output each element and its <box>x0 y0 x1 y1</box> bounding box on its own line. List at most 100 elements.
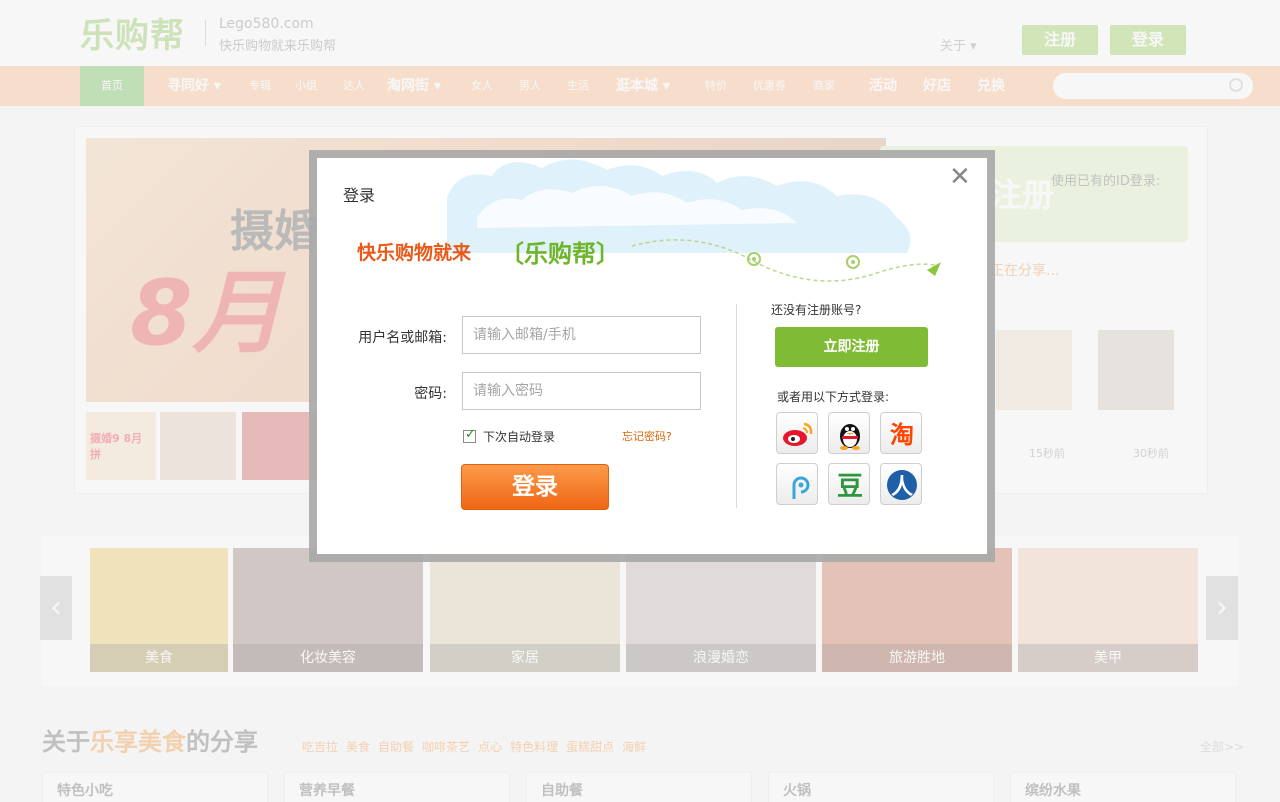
dialog-slogan: 快乐购物就来 <box>357 242 472 264</box>
nav-item-special-price[interactable]: 特价 <box>705 66 727 106</box>
category-tile[interactable]: 旅游胜地 <box>822 548 1012 672</box>
tag-link[interactable]: 吃吉拉 <box>302 740 338 754</box>
remember-me-checkbox[interactable]: ✓ <box>463 427 476 443</box>
view-all-link[interactable]: 全部>> <box>1200 738 1244 755</box>
nav-item-good-shops[interactable]: 好店 <box>923 66 951 106</box>
taobao-glyph-text: 淘 <box>890 421 914 449</box>
shared-item-image[interactable] <box>996 330 1072 410</box>
category-label: 化妆美容 <box>233 644 423 672</box>
forgot-password-link[interactable]: 忘记密码? <box>622 428 672 444</box>
nav-item-exchange[interactable]: 兑换 <box>977 66 1005 106</box>
taobao-glyph: 淘 <box>890 421 914 449</box>
nav-item-find-peers[interactable]: 寻同好 ▾ <box>167 66 221 106</box>
username-label: 用户名或邮箱: <box>358 330 447 346</box>
about-label: 关于 <box>940 39 967 54</box>
nav-item-coupons[interactable]: 优惠券 <box>753 66 786 106</box>
renren-glyph: 人 <box>887 470 917 500</box>
category-tile[interactable]: 家居 <box>430 548 620 672</box>
nav-item-groups[interactable]: 小组 <box>295 66 317 106</box>
nav-label: 淘网街 <box>387 78 429 94</box>
renren-icon[interactable]: 人 <box>880 463 922 505</box>
category-label: 浪漫婚恋 <box>626 644 816 672</box>
nav-item-women[interactable]: 女人 <box>471 66 493 106</box>
tag-link[interactable]: 海鲜 <box>622 740 646 754</box>
taobao-icon[interactable]: 淘 <box>880 412 922 454</box>
nav-item-experts[interactable]: 达人 <box>343 66 365 106</box>
shared-time: 15秒前 <box>1029 447 1065 460</box>
banner-headline: 8月 <box>130 261 283 366</box>
category-tile[interactable]: 美食 <box>90 548 228 672</box>
login-dialog: 登录 ✕ 快乐购物就来 〔乐购帮〕 用户名或邮箱: 密码: ✓ 下次自动登录 忘… <box>317 158 987 554</box>
site-domain: Lego580.com <box>219 16 314 32</box>
nav-item-city[interactable]: 逛本城 ▾ <box>616 66 670 106</box>
category-tile[interactable]: 浪漫婚恋 <box>626 548 816 672</box>
carousel-prev-button[interactable]: ‹ <box>40 576 72 640</box>
category-tile[interactable]: 美甲 <box>1018 548 1198 672</box>
register-now-button[interactable]: 立即注册 <box>775 327 928 367</box>
tencent-weibo-icon[interactable] <box>776 463 818 505</box>
tag-link[interactable]: 咖啡茶艺 <box>422 740 470 754</box>
dialog-title: 登录 <box>343 186 376 205</box>
remember-me-label[interactable]: 下次自动登录 <box>483 428 555 445</box>
nav-item-albums[interactable]: 专辑 <box>249 66 271 106</box>
nav-item-men[interactable]: 男人 <box>519 66 541 106</box>
nav-label: 逛本城 <box>616 78 658 94</box>
banner-thumb[interactable] <box>242 412 318 480</box>
site-logo[interactable]: 乐购帮 <box>80 8 185 57</box>
nav-item-home[interactable]: 首页 <box>80 66 144 106</box>
login-button[interactable]: 登录 <box>461 464 609 510</box>
qq-penguin-glyph <box>840 424 860 450</box>
site-slogan: 快乐购物就来乐购帮 <box>219 39 337 54</box>
nav-item-shopping-street[interactable]: 淘网街 ▾ <box>387 66 441 106</box>
cloud-decoration <box>447 159 941 282</box>
category-tile[interactable]: 化妆美容 <box>233 548 423 672</box>
about-menu[interactable]: 关于 ▾ <box>940 35 977 54</box>
category-label: 旅游胜地 <box>822 644 1012 672</box>
header-register-button[interactable]: 注册 <box>1022 25 1098 55</box>
search-input[interactable] <box>1053 73 1253 99</box>
tag-link[interactable]: 点心 <box>478 740 502 754</box>
other-login-text: 或者用以下方式登录: <box>777 390 890 404</box>
banner-thumb[interactable] <box>160 412 236 480</box>
douban-icon[interactable]: 豆 <box>828 463 870 505</box>
subcategory-card[interactable]: 特色小吃 <box>42 772 268 802</box>
username-input[interactable] <box>462 316 701 354</box>
divider <box>736 304 737 508</box>
douban-glyph-text: 豆 <box>837 472 863 502</box>
renren-glyph-text: 人 <box>891 475 913 500</box>
side-login-hint: 使用已有的ID登录: <box>1051 174 1161 189</box>
nav-item-events[interactable]: 活动 <box>869 66 897 106</box>
subcategory-card[interactable]: 营养早餐 <box>284 772 510 802</box>
nav-item-merchants[interactable]: 商家 <box>813 66 835 106</box>
section-title: 关于乐享美食的分享 <box>42 722 258 757</box>
side-register-link[interactable]: 注册 <box>990 170 1054 216</box>
weibo-icon[interactable] <box>776 412 818 454</box>
nav-item-life[interactable]: 生活 <box>567 66 589 106</box>
carousel-next-button[interactable]: › <box>1206 576 1238 640</box>
category-label: 家居 <box>430 644 620 672</box>
section-title-pre: 关于 <box>42 728 90 756</box>
no-account-text: 还没有注册账号? <box>771 303 862 317</box>
section-title-highlight: 乐享美食 <box>90 728 186 756</box>
tag-link[interactable]: 美食 <box>346 740 370 754</box>
banner-thumb[interactable]: 摄婚9 8月拼 <box>86 412 156 480</box>
search-icon[interactable] <box>1229 78 1243 92</box>
qq-icon[interactable] <box>828 412 870 454</box>
subcategory-card[interactable]: 缤纷水果 <box>1010 772 1236 802</box>
tag-link[interactable]: 蛋糕甜点 <box>566 740 614 754</box>
checkmark-icon: ✓ <box>465 427 476 442</box>
shared-time: 30秒前 <box>1133 447 1169 460</box>
tencent-weibo-glyph <box>792 476 810 499</box>
subcategory-card[interactable]: 火锅 <box>768 772 994 802</box>
subcategory-card[interactable]: 自助餐 <box>526 772 752 802</box>
password-input[interactable] <box>462 372 701 410</box>
password-label: 密码: <box>414 386 447 402</box>
category-label: 美甲 <box>1018 644 1198 672</box>
close-icon[interactable]: ✕ <box>949 162 971 192</box>
tag-link[interactable]: 自助餐 <box>378 740 414 754</box>
section-tags: 吃吉拉 美食 自助餐 咖啡茶艺 点心 特色料理 蛋糕甜点 海鲜 <box>302 738 654 755</box>
tag-link[interactable]: 特色料理 <box>510 740 558 754</box>
header-login-button[interactable]: 登录 <box>1110 25 1186 55</box>
logo-divider <box>205 20 206 46</box>
shared-item-image[interactable] <box>1098 330 1174 410</box>
